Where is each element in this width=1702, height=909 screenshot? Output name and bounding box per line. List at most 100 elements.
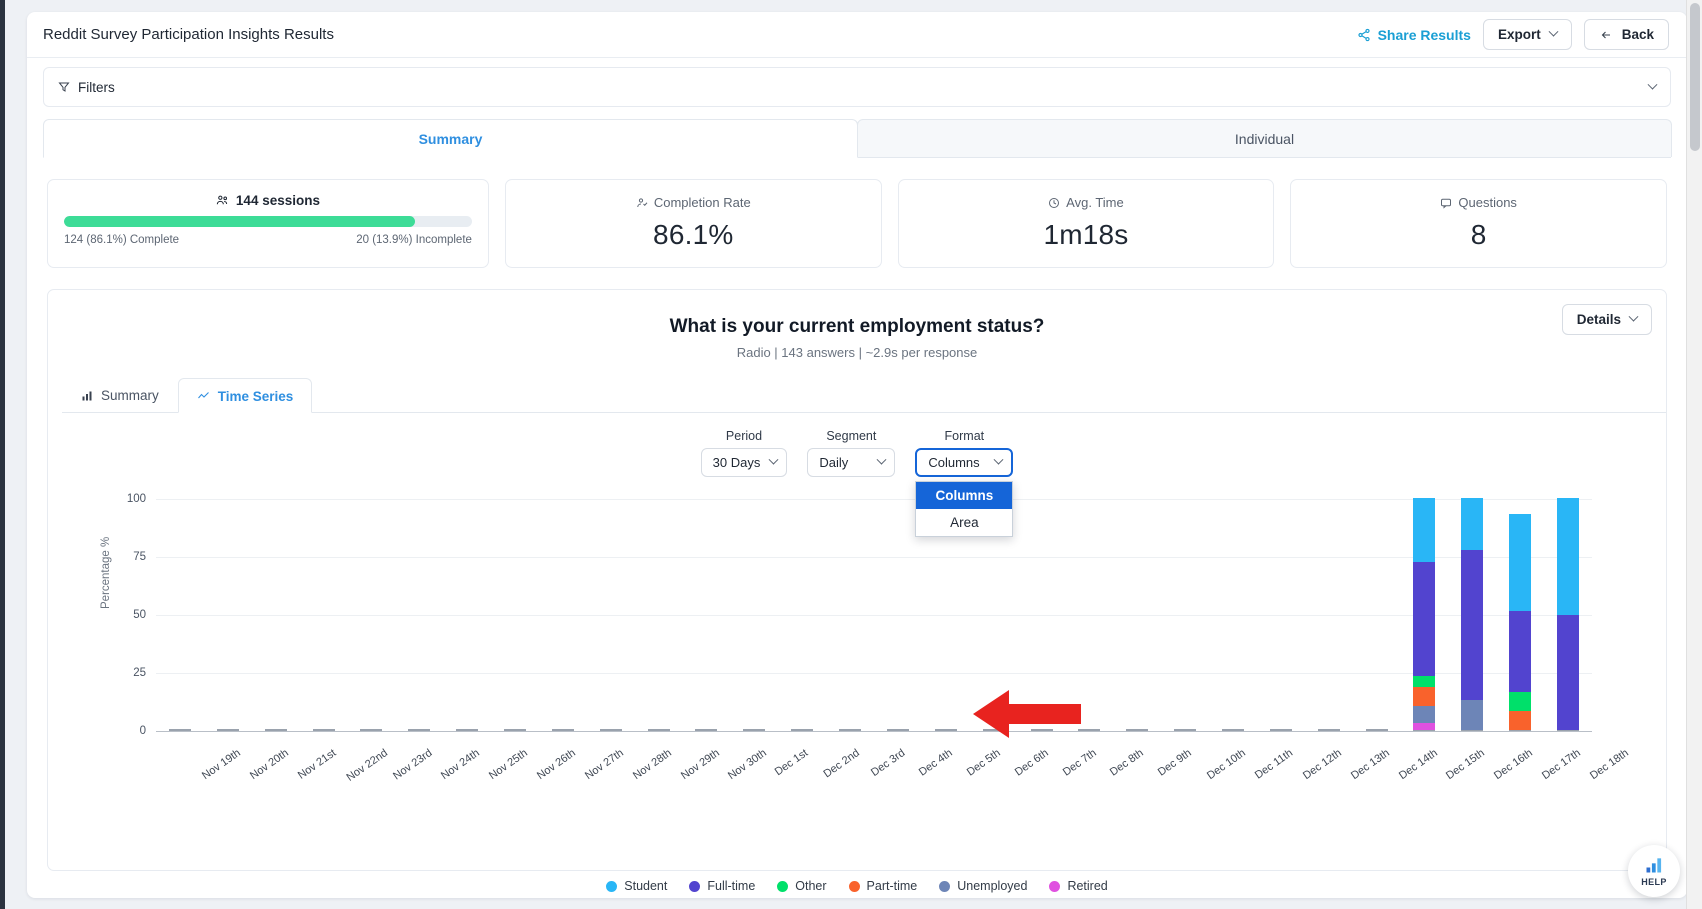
y-axis-tick: 50 — [133, 609, 146, 621]
chart-bar-column[interactable] — [1509, 514, 1532, 730]
x-axis-label: Dec 11th — [1252, 747, 1296, 782]
avg-time-label-group: Avg. Time — [909, 195, 1264, 210]
format-option-area[interactable]: Area — [916, 509, 1012, 536]
segment-select[interactable]: Daily — [807, 448, 896, 477]
scrollbar-thumb[interactable] — [1690, 3, 1700, 151]
chart-bar-segment[interactable] — [1557, 498, 1580, 616]
chevron-down-icon[interactable] — [1647, 79, 1658, 90]
chart-bar-segment[interactable] — [1413, 498, 1436, 562]
page-title: Reddit Survey Participation Insights Res… — [43, 26, 334, 43]
legend-item[interactable]: Other — [777, 879, 827, 893]
filters-label: Filters — [78, 79, 115, 95]
time-series-chart[interactable]: Percentage % 0 25 50 75 100 Nov 19th Nov 20th N… — [70, 491, 1644, 821]
questions-label-group: Questions — [1301, 195, 1656, 210]
x-axis-tickmark — [168, 729, 191, 731]
period-select[interactable]: 30 Days — [700, 448, 788, 477]
sessions-headline-group: 144 sessions — [64, 193, 472, 208]
avg-time-value: 1m18s — [1043, 219, 1129, 250]
chart-bar-segment[interactable] — [1461, 699, 1484, 730]
x-axis-tickmark — [551, 729, 574, 731]
x-axis-label: Nov 25th — [487, 747, 531, 783]
chart-plot-area[interactable]: 0 25 50 75 100 Nov 19th Nov 20th Nov 21st Nov 22… — [127, 493, 1631, 784]
back-button[interactable]: Back — [1583, 19, 1669, 50]
details-label: Details — [1576, 312, 1621, 327]
chart-bar-column[interactable] — [1557, 498, 1580, 730]
share-results-label: Share Results — [1377, 26, 1471, 43]
share-nodes-icon — [1357, 28, 1371, 42]
legend-label: Full-time — [707, 879, 756, 893]
chart-bar-segment[interactable] — [1413, 675, 1436, 688]
chart-bar-segment[interactable] — [1461, 550, 1484, 700]
chart-gridline — [156, 673, 1592, 674]
chart-bar-column[interactable] — [1413, 498, 1436, 730]
legend-item[interactable]: Retired — [1049, 879, 1108, 893]
sub-tab-time-series[interactable]: Time Series — [177, 378, 313, 413]
format-option-columns[interactable]: Columns — [916, 482, 1013, 509]
details-button[interactable]: Details — [1561, 304, 1652, 335]
header-actions: Share Results Export Back — [1357, 19, 1669, 50]
share-results-button[interactable]: Share Results — [1357, 27, 1471, 43]
x-axis-tickmark — [408, 729, 431, 731]
x-axis-tickmark — [1222, 729, 1244, 731]
tab-summary-label: Summary — [418, 131, 483, 147]
x-axis-tickmark — [695, 729, 718, 731]
y-axis-tick: 0 — [139, 725, 146, 737]
chart-gridline — [156, 615, 1592, 616]
chart-bar-segment[interactable] — [1509, 610, 1532, 692]
x-axis-tickmark — [360, 729, 383, 731]
tab-individual[interactable]: Individual — [857, 119, 1672, 157]
chart-bar-column[interactable] — [1461, 498, 1484, 730]
x-axis-tickmark — [504, 729, 526, 731]
chevron-down-icon — [768, 454, 779, 465]
chart-bar-segment[interactable] — [1413, 705, 1436, 724]
chart-gridline — [156, 557, 1592, 558]
legend-item[interactable]: Unemployed — [939, 879, 1027, 893]
legend-item[interactable]: Student — [606, 879, 667, 893]
tab-summary[interactable]: Summary — [43, 119, 858, 158]
legend-item[interactable]: Part-time — [848, 879, 917, 893]
question-panel: Details What is your current employment … — [47, 289, 1667, 893]
vertical-scrollbar[interactable] — [1686, 0, 1702, 909]
x-axis-label: Nov 26th — [534, 747, 578, 783]
export-button[interactable]: Export — [1482, 19, 1572, 50]
chart-bar-segment[interactable] — [1509, 514, 1532, 611]
legend-item[interactable]: Full-time — [689, 879, 755, 893]
x-axis-tickmark — [743, 729, 766, 731]
user-check-icon — [636, 197, 648, 209]
format-select[interactable]: Columns — [915, 448, 1014, 477]
question-subtitle: Radio | 143 answers | ~2.9s per response — [736, 345, 978, 360]
help-button[interactable]: HELP — [1628, 845, 1680, 897]
format-value: Columns — [928, 455, 980, 470]
segment-label: Segment — [826, 429, 877, 443]
x-axis-label: Dec 6th — [1012, 747, 1051, 779]
complete-label: 124 (86.1%) Complete — [64, 234, 180, 246]
chart-bar-segment[interactable] — [1509, 711, 1532, 730]
x-axis-label: Nov 27th — [582, 747, 626, 783]
chart-bar-segment[interactable] — [1461, 498, 1484, 551]
filters-bar[interactable]: Filters — [43, 67, 1671, 107]
x-axis-tickmark — [886, 729, 909, 731]
x-axis-tickmark — [1365, 729, 1388, 731]
chevron-down-icon — [1628, 311, 1639, 322]
completion-progress-bar — [64, 216, 472, 227]
x-axis-tickmark — [791, 729, 814, 731]
segment-control: Segment Daily — [807, 429, 896, 477]
chevron-down-icon — [876, 454, 887, 465]
chart-bar-segment[interactable] — [1413, 561, 1436, 676]
x-axis-label: Dec 8th — [1108, 747, 1147, 779]
x-axis-label: Nov 28th — [630, 747, 674, 783]
chart-bar-segment[interactable] — [1413, 723, 1436, 730]
legend-color-dot — [777, 880, 789, 892]
sub-tab-summary[interactable]: Summary — [62, 378, 178, 412]
sessions-card: 144 sessions 124 (86.1%) Complete 20 (13… — [47, 179, 489, 268]
chart-bar-segment[interactable] — [1557, 615, 1580, 730]
stats-row: 144 sessions 124 (86.1%) Complete 20 (13… — [47, 179, 1668, 268]
chart-bar-segment[interactable] — [1413, 687, 1436, 706]
x-axis-label: Dec 2nd — [821, 747, 863, 781]
chart-bar-segment[interactable] — [1509, 691, 1532, 712]
x-axis-label: Nov 20th — [247, 747, 291, 783]
y-axis-tick: 25 — [133, 667, 146, 679]
legend-color-dot — [689, 880, 701, 892]
sub-tab-summary-label: Summary — [101, 388, 159, 403]
x-axis-tickmark — [1126, 729, 1149, 731]
